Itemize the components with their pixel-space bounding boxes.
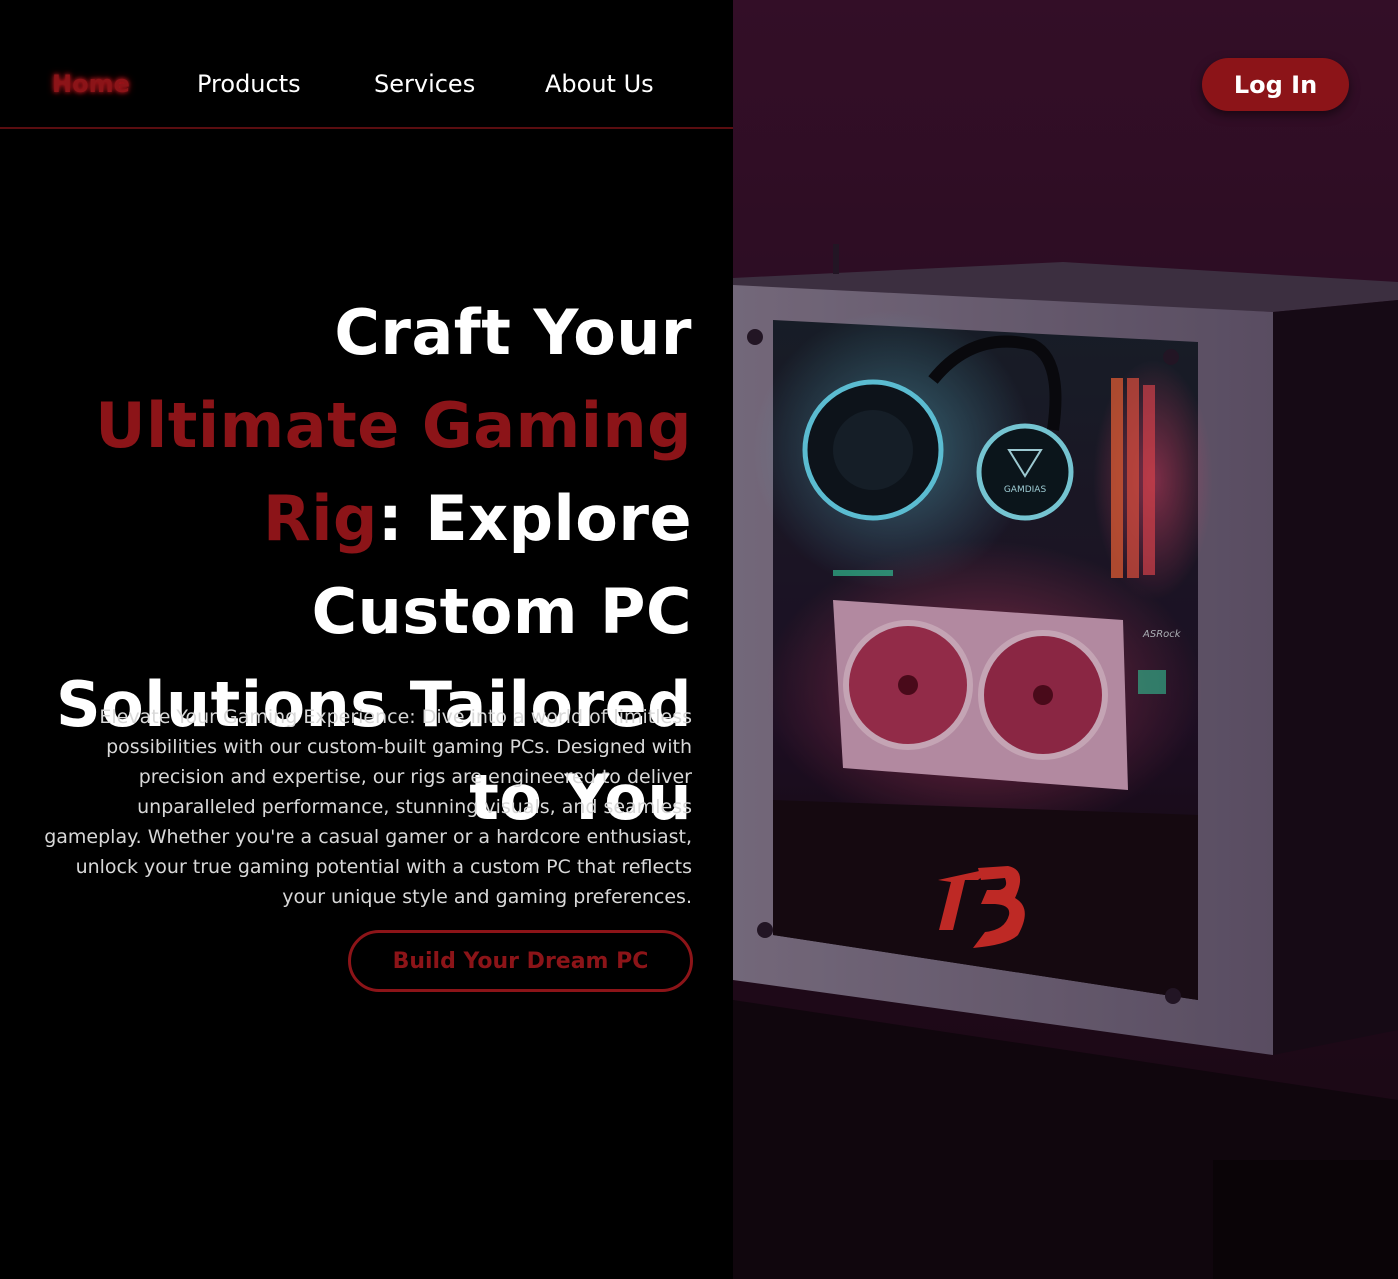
nav-about-link[interactable]: About Us [545, 66, 654, 102]
gaming-pc-illustration: GAMDIAS ASRock [733, 0, 1398, 1279]
nav-services-link[interactable]: Services [374, 66, 475, 102]
login-button[interactable]: Log In [1202, 58, 1349, 111]
left-panel: Home Products Services About Us Craft Yo… [0, 0, 733, 1279]
main-nav: Home Products Services About Us [0, 0, 733, 129]
nav-products-link[interactable]: Products [197, 66, 301, 102]
hero-title-part1: Craft Your [334, 296, 692, 369]
build-dream-pc-button[interactable]: Build Your Dream PC [348, 930, 693, 992]
nav-home-link[interactable]: Home [52, 66, 130, 102]
hero-image: GAMDIAS ASRock [733, 0, 1398, 1279]
landing-page: Home Products Services About Us Craft Yo… [0, 0, 1398, 1279]
hero-description: Elevate Your Gaming Experience: Dive int… [44, 706, 692, 908]
